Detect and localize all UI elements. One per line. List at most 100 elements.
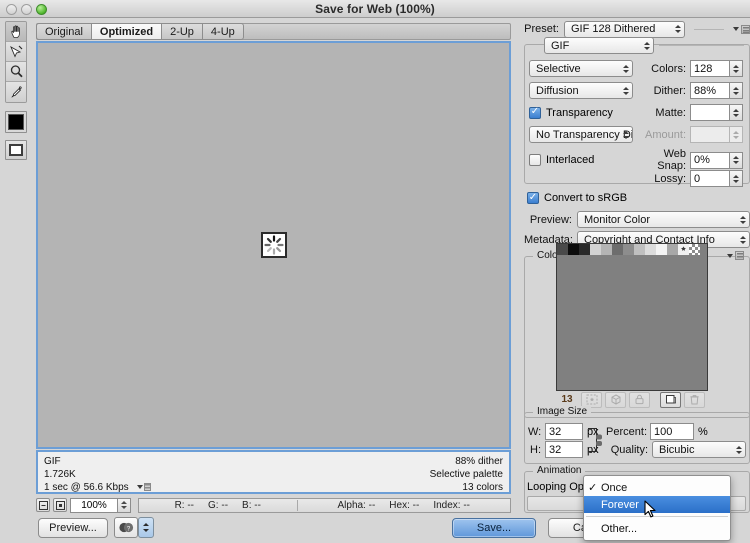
- minimize-button-icon[interactable]: [21, 4, 32, 15]
- readout-r: R: --: [174, 499, 195, 511]
- percent-label: Percent:: [606, 425, 647, 438]
- slice-select-tool-icon[interactable]: [6, 42, 26, 62]
- file-format-select[interactable]: GIF: [544, 37, 654, 54]
- amount-label: Amount:: [645, 128, 686, 141]
- preview-browser-icon[interactable]: ?: [114, 517, 138, 538]
- width-input[interactable]: 32: [545, 423, 583, 440]
- eyedropper-color-swatch[interactable]: [5, 111, 27, 133]
- new-color-icon[interactable]: [660, 391, 681, 408]
- zoom-level-input[interactable]: 100%: [70, 497, 118, 513]
- tool-group: [5, 21, 27, 103]
- menu-item-other[interactable]: Other...: [584, 520, 730, 537]
- window-title: Save for Web (100%): [315, 1, 435, 16]
- lossy-stepper[interactable]: [730, 170, 743, 187]
- preset-label: Preset:: [524, 23, 559, 35]
- preview-select[interactable]: Monitor Color: [577, 211, 750, 228]
- zoom-out-button[interactable]: [36, 498, 50, 512]
- animation-title: Animation: [533, 465, 586, 476]
- loading-spinner-icon: [260, 232, 287, 258]
- matte-input[interactable]: [690, 104, 730, 121]
- convert-srgb-checkbox[interactable]: [527, 192, 539, 204]
- height-label: H:: [530, 443, 541, 456]
- preview-canvas[interactable]: [38, 43, 509, 447]
- color-swatch-websafe[interactable]: [678, 244, 689, 255]
- maximize-button-icon[interactable]: [36, 4, 47, 15]
- menu-item-once[interactable]: ✓ Once: [584, 479, 730, 496]
- tab-2up[interactable]: 2-Up: [161, 23, 202, 40]
- preview-browser-menu-stepper[interactable]: [138, 517, 154, 538]
- looping-options-menu[interactable]: ✓ Once Forever Other...: [583, 475, 731, 541]
- colors-input[interactable]: 128: [690, 60, 730, 77]
- color-swatch[interactable]: [579, 244, 590, 255]
- amount-stepper: [730, 126, 743, 143]
- color-swatch[interactable]: [601, 244, 612, 255]
- websnap-input[interactable]: 0%: [690, 151, 730, 169]
- transparency-label: Transparency: [546, 106, 613, 119]
- preview-value: Monitor Color: [584, 213, 651, 226]
- color-swatch-row: [557, 244, 707, 255]
- checkmark-icon: ✓: [588, 482, 598, 494]
- color-swatch[interactable]: [656, 244, 667, 255]
- save-button[interactable]: Save...: [452, 518, 536, 538]
- readout-index: Index: --: [433, 499, 471, 511]
- websnap-stepper[interactable]: [730, 151, 743, 169]
- transparency-checkbox[interactable]: [529, 106, 541, 119]
- preview-canvas-area[interactable]: [36, 41, 511, 449]
- preset-panel-menu-icon[interactable]: [733, 24, 750, 34]
- interlaced-checkbox[interactable]: [529, 154, 541, 166]
- title-bar: Save for Web (100%): [0, 0, 750, 18]
- close-button-icon[interactable]: [6, 4, 17, 15]
- zoom-stepper[interactable]: [118, 497, 131, 513]
- color-swatch[interactable]: [634, 244, 645, 255]
- file-format-value: GIF: [551, 39, 570, 52]
- tab-4up[interactable]: 4-Up: [201, 23, 244, 40]
- height-input[interactable]: 32: [545, 441, 583, 458]
- transparency-dither-select[interactable]: No Transparency Di...: [529, 126, 633, 143]
- zoom-tool-icon[interactable]: [6, 62, 26, 82]
- zoom-in-button[interactable]: [53, 498, 67, 512]
- quality-select[interactable]: Bicubic: [652, 441, 746, 458]
- matte-label: Matte:: [655, 106, 686, 119]
- color-swatch-transparent[interactable]: [689, 244, 700, 255]
- color-swatch[interactable]: [623, 244, 634, 255]
- colors-stepper[interactable]: [730, 60, 743, 77]
- color-swatch[interactable]: [557, 244, 568, 255]
- dither-label: Dither:: [653, 84, 686, 97]
- preset-select[interactable]: GIF 128 Dithered: [564, 20, 685, 38]
- color-readout: R: -- G: -- B: -- Alpha: -- Hex: -- Inde…: [138, 497, 511, 513]
- info-filesize: 1.726K: [44, 469, 76, 480]
- color-table-grid[interactable]: [556, 243, 708, 391]
- info-format: GIF: [44, 456, 61, 467]
- lock-color-icon[interactable]: [605, 391, 626, 408]
- lossy-input[interactable]: 0: [690, 170, 730, 187]
- dither-algorithm-select[interactable]: Diffusion: [529, 82, 633, 99]
- view-tabs: Original Optimized 2-Up 4-Up: [36, 23, 244, 40]
- tab-original[interactable]: Original: [36, 23, 91, 40]
- readout-hex: Hex: --: [389, 499, 420, 511]
- delete-color-icon[interactable]: [684, 391, 705, 408]
- hand-tool-icon[interactable]: [6, 22, 26, 42]
- lossy-label: Lossy:: [654, 172, 686, 185]
- color-swatch[interactable]: [645, 244, 656, 255]
- preview-button[interactable]: Preview...: [38, 518, 108, 538]
- menu-item-forever[interactable]: Forever: [584, 496, 730, 513]
- websnap-label: Web Snap:: [657, 148, 686, 172]
- color-table-menu-icon[interactable]: [727, 251, 744, 260]
- info-speed: 1 sec @ 56.6 Kbps: [44, 482, 129, 493]
- color-swatch[interactable]: [612, 244, 623, 255]
- menu-separator: [586, 516, 728, 517]
- color-swatch[interactable]: [667, 244, 678, 255]
- color-swatch[interactable]: [568, 244, 579, 255]
- matte-stepper[interactable]: [730, 104, 743, 121]
- toggle-slices-visibility-button[interactable]: [5, 140, 27, 160]
- download-speed-menu-icon[interactable]: [137, 483, 152, 492]
- dither-input[interactable]: 88%: [690, 82, 730, 99]
- eyedropper-tool-icon[interactable]: [6, 82, 26, 102]
- tab-optimized[interactable]: Optimized: [90, 23, 162, 40]
- interlaced-label: Interlaced: [546, 154, 595, 166]
- color-reduction-select[interactable]: Selective: [529, 60, 633, 77]
- dither-stepper[interactable]: [730, 82, 743, 99]
- color-swatch[interactable]: [590, 244, 601, 255]
- percent-input[interactable]: 100: [650, 423, 694, 440]
- lock-icon[interactable]: [629, 391, 650, 408]
